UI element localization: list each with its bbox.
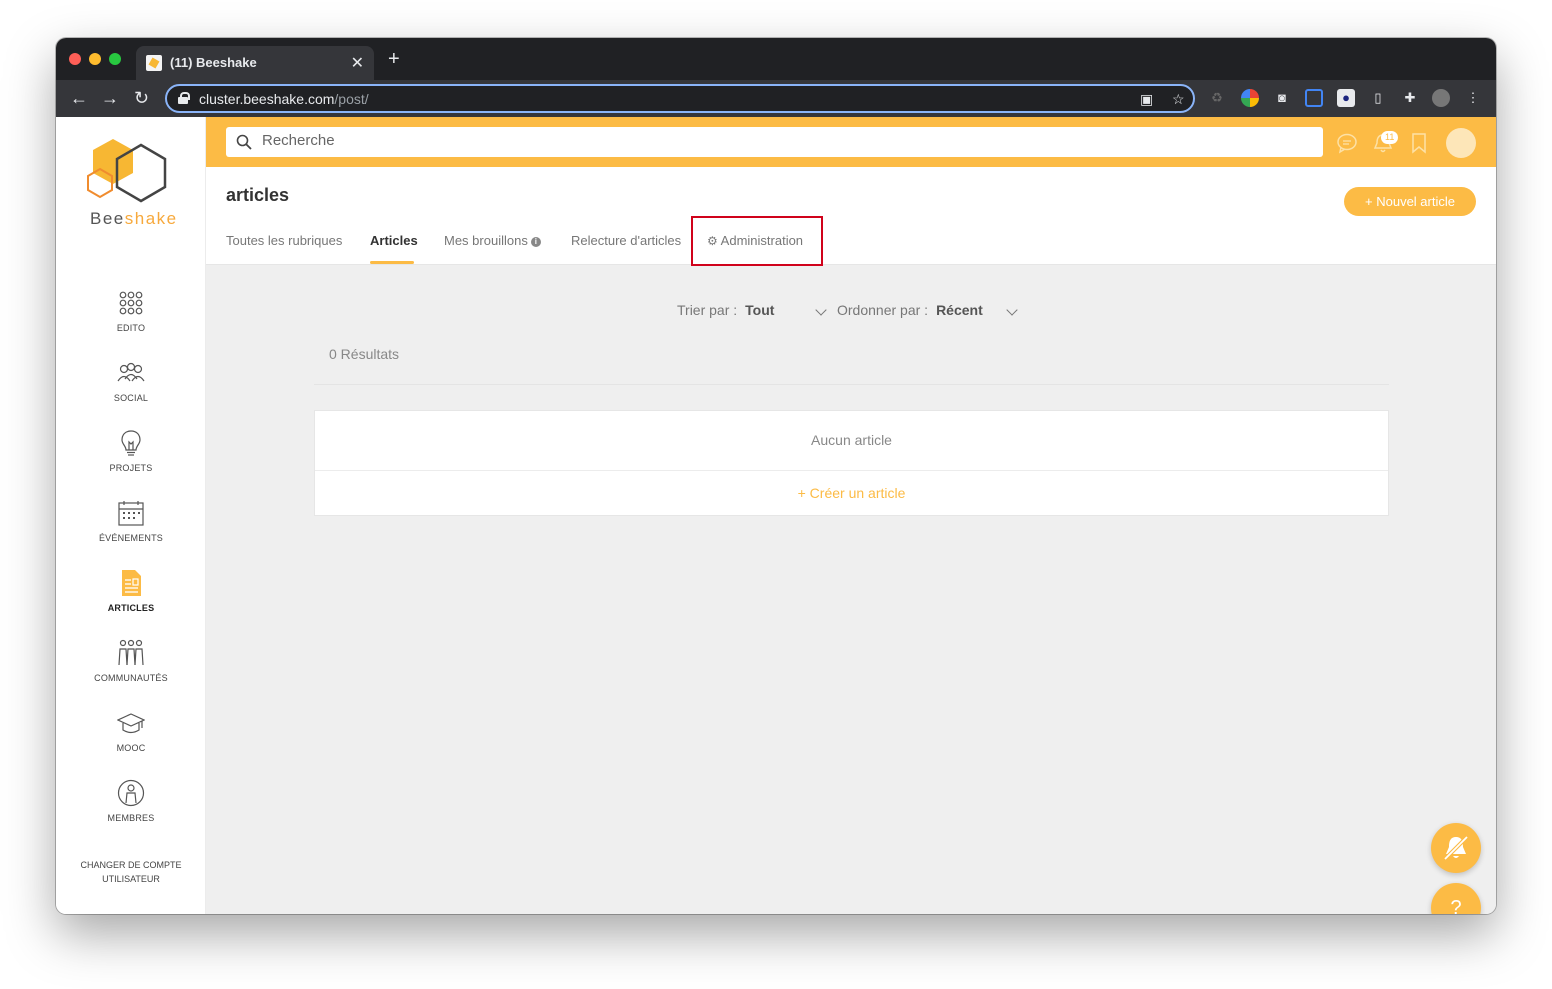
community-icon [118,639,144,666]
extension-record-icon[interactable]: ● [1337,89,1355,107]
empty-state-message: Aucun article [811,432,892,448]
extension-color-wheel-icon[interactable] [1241,89,1259,107]
beeshake-favicon-icon [146,55,162,71]
order-dropdown[interactable]: Ordonner par : Récent [837,302,983,318]
switch-account-link[interactable]: CHANGER DE COMPTE UTILISATEUR [56,858,206,886]
sidebar-item-articles[interactable]: ARTICLES [56,569,206,613]
url-text: cluster.beeshake.com/post/ [199,91,369,107]
bell-off-icon [1443,835,1469,861]
browser-tab[interactable]: (11) Beeshake ✕ [136,46,374,80]
sidebar-item-label: MEMBRES [107,813,155,823]
close-tab-icon[interactable]: ✕ [351,53,364,73]
chat-icon[interactable] [1336,132,1358,154]
search-placeholder: Recherche [262,132,335,149]
empty-state-card: Aucun article + Créer un article [314,410,1389,516]
browser-toolbar: ← → ↻ cluster.beeshake.com/post/ ▣ ☆ ♻ ◙… [56,80,1496,117]
search-icon [236,134,252,150]
people-icon [117,362,145,382]
back-button[interactable]: ← [70,88,88,108]
forward-button[interactable]: → [101,88,119,108]
sidebar-item-label: ÉVÉNEMENTS [98,533,163,543]
sidebar-item-communautes[interactable]: COMMUNAUTÉS [56,639,206,683]
extension-recycle-icon[interactable]: ♻ [1208,89,1226,107]
browser-menu-icon[interactable]: ⋮ [1464,89,1482,107]
calendar-icon [118,501,144,526]
close-window-button[interactable] [69,53,81,65]
search-input[interactable]: Recherche [226,127,1323,157]
sidebar-item-evenements[interactable]: ÉVÉNEMENTS [56,499,206,543]
notification-badge: 11 [1381,131,1399,144]
translate-icon[interactable]: ▣ [1140,91,1153,108]
minimize-window-button[interactable] [89,53,101,65]
page-title: articles [226,185,290,205]
sidebar-item-label: COMMUNAUTÉS [94,673,168,683]
sidebar-item-edito[interactable]: EDITO [56,289,206,333]
sidebar-item-label: ARTICLES [107,603,155,613]
divider [314,384,1389,385]
browser-tab-bar: (11) Beeshake ✕ + [56,38,1496,80]
member-icon [117,779,145,807]
extension-camera-icon[interactable]: ◙ [1273,89,1291,107]
grid-dots-icon [119,291,143,315]
results-count: 0 Résultats [329,346,400,362]
help-button[interactable]: ? [1431,883,1481,914]
zoom-window-button[interactable] [109,53,121,65]
create-article-link[interactable]: + Créer un article [315,485,1388,501]
profile-avatar-icon[interactable] [1432,89,1450,107]
sidebar-item-label: SOCIAL [113,393,149,403]
app-topbar: Recherche 11 [206,117,1496,167]
sidebar-item-social[interactable]: SOCIAL [56,359,206,403]
info-icon: i [530,237,541,247]
new-article-button[interactable]: + Nouvel article [1344,187,1476,216]
bookmark-icon[interactable] [1408,132,1430,154]
sidebar-item-label: EDITO [116,323,146,333]
extension-phone-icon[interactable]: ▯ [1369,89,1387,107]
active-tab-indicator [370,261,414,264]
tab-articles[interactable]: Articles [370,233,418,248]
tab-title: (11) Beeshake [170,55,257,70]
sidebar-item-mooc[interactable]: MOOC [56,709,206,753]
tab-article-review[interactable]: Relecture d'articles [571,233,681,248]
browser-window: (11) Beeshake ✕ + ← → ↻ cluster.beeshake… [56,38,1496,914]
graduation-cap-icon [117,713,145,734]
mute-notifications-button[interactable] [1431,823,1481,873]
address-bar[interactable]: cluster.beeshake.com/post/ ▣ ☆ [165,84,1195,113]
sidebar-item-membres[interactable]: MEMBRES [56,779,206,823]
bookmark-star-icon[interactable]: ☆ [1172,91,1185,108]
highlight-box [691,216,823,266]
chevron-down-icon[interactable] [815,304,827,316]
avatar[interactable] [1446,128,1476,158]
sort-dropdown[interactable]: Trier par : Tout [677,302,774,318]
tab-my-drafts[interactable]: Mes brouillons i [444,233,541,248]
logo-text: Beeshake [90,209,178,228]
new-tab-button[interactable]: + [388,49,400,69]
sidebar-item-label: MOOC [116,743,146,753]
divider [315,470,1388,471]
reload-button[interactable]: ↻ [134,88,149,108]
sidebar-item-label: PROJETS [109,463,153,473]
main-content: Recherche 11 articles + Nouvel article T… [206,117,1496,914]
lock-icon [178,92,190,104]
page-header: articles + Nouvel article Toutes les rub… [206,167,1496,266]
chevron-down-icon[interactable] [1006,304,1018,316]
lightbulb-icon [121,430,141,456]
extensions-puzzle-icon[interactable]: ✚ [1401,89,1419,107]
app-sidebar: Beeshake EDITO SOCIAL PROJETS ÉVÉNEMENTS… [56,117,206,914]
extension-cast-icon[interactable] [1305,89,1323,107]
article-icon [122,570,141,596]
sidebar-item-projets[interactable]: PROJETS [56,429,206,473]
tab-all-sections[interactable]: Toutes les rubriques [226,233,342,248]
